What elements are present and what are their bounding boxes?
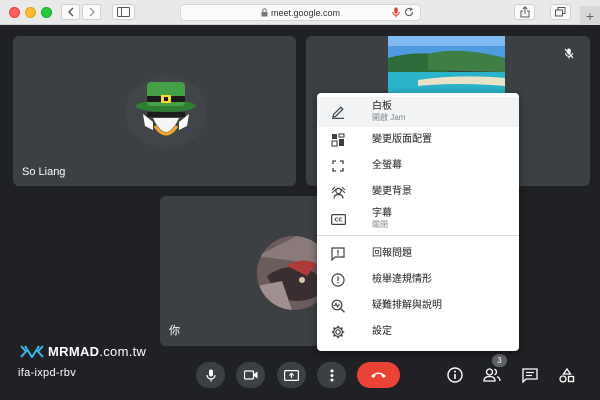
menu-item-report-abuse[interactable]: 檢舉違規情形 — [317, 267, 519, 293]
share-button[interactable] — [514, 4, 535, 20]
pencil-icon — [330, 104, 346, 120]
mic-off-icon — [564, 48, 574, 58]
menu-item-whiteboard[interactable]: 白板 開啟 Jam — [317, 97, 519, 127]
menu-item-captions[interactable]: CC 字幕 關閉 — [317, 205, 519, 233]
mic-icon — [205, 369, 216, 381]
chevron-right-icon — [89, 7, 95, 17]
menu-item-label: 變更背景 — [372, 186, 412, 197]
settings-gear-icon — [330, 324, 346, 340]
fullscreen-icon — [330, 158, 346, 174]
back-button[interactable] — [61, 4, 80, 20]
menu-item-label: 變更版面配置 — [372, 134, 432, 145]
menu-divider — [317, 235, 519, 236]
participant-tile[interactable]: So Liang — [13, 36, 296, 186]
troubleshoot-icon — [330, 298, 346, 314]
menu-item-change-layout[interactable]: 變更版面配置 — [317, 127, 519, 153]
chat-icon — [522, 367, 538, 383]
url-text: meet.google.com — [270, 7, 341, 18]
participant-count-badge: 3 — [492, 354, 507, 367]
menu-item-troubleshooting[interactable]: 疑難排解與說明 — [317, 293, 519, 319]
activities-button[interactable] — [556, 364, 578, 386]
watermark-brand: MRMAD — [48, 344, 100, 359]
sidebar-icon — [117, 7, 130, 17]
muted-indicator — [560, 44, 578, 62]
beach-video-feed — [388, 36, 505, 93]
leave-call-button[interactable] — [357, 362, 400, 388]
menu-item-sublabel: 開啟 Jam — [372, 113, 406, 122]
participant-name: 你 — [169, 325, 180, 337]
avatar — [125, 76, 207, 148]
reload-icon[interactable] — [404, 7, 414, 17]
menu-item-change-background[interactable]: 變更背景 — [317, 179, 519, 205]
svg-text:CC: CC — [334, 217, 342, 223]
present-screen-button[interactable] — [277, 362, 306, 388]
close-window-button[interactable] — [9, 7, 20, 18]
menu-item-fullscreen[interactable]: 全螢幕 — [317, 153, 519, 179]
chat-button[interactable] — [519, 364, 541, 386]
toggle-mic-button[interactable] — [196, 362, 225, 388]
menu-item-label: 設定 — [372, 326, 392, 337]
feedback-icon — [330, 246, 346, 262]
more-options-menu: 白板 開啟 Jam 變更版面配置 全螢幕 變更背景 CC 字幕 關閉 回報問題 … — [317, 93, 519, 351]
more-options-button[interactable] — [317, 362, 346, 388]
menu-item-label: 回報問題 — [372, 248, 412, 259]
menu-item-report-problem[interactable]: 回報問題 — [317, 241, 519, 267]
share-icon — [520, 6, 529, 18]
minimize-window-button[interactable] — [25, 7, 36, 18]
sidebar-toggle-button[interactable] — [112, 4, 135, 20]
address-bar[interactable]: meet.google.com — [180, 4, 421, 21]
tabs-icon — [555, 7, 566, 17]
new-tab-button[interactable]: + — [580, 6, 600, 25]
browser-toolbar: meet.google.com + — [0, 0, 600, 25]
meeting-code: ifa-ixpd-rbv — [18, 367, 77, 379]
participant-name: So Liang — [22, 166, 66, 178]
mrmad-logo-icon — [20, 345, 44, 358]
background-icon — [330, 184, 346, 200]
more-vertical-icon — [330, 369, 333, 381]
captions-icon: CC — [330, 211, 346, 227]
tab-overview-button[interactable] — [550, 4, 571, 20]
plus-icon: + — [585, 7, 595, 24]
meeting-details-button[interactable] — [444, 364, 466, 386]
watermark-suffix: .com.tw — [99, 344, 147, 359]
toggle-camera-button[interactable] — [236, 362, 265, 388]
zoom-window-button[interactable] — [41, 7, 52, 18]
menu-item-label: 白板 — [372, 101, 392, 112]
lock-icon — [261, 8, 268, 17]
forward-button[interactable] — [82, 4, 101, 20]
menu-item-label: 檢舉違規情形 — [372, 274, 432, 285]
chevron-left-icon — [67, 7, 73, 17]
menu-item-settings[interactable]: 設定 — [317, 319, 519, 345]
activities-shapes-icon — [559, 367, 575, 383]
menu-item-label: 字幕 — [372, 208, 392, 219]
watermark: MRMAD.com.tw — [20, 344, 146, 359]
report-icon — [330, 272, 346, 288]
present-screen-icon — [284, 369, 299, 381]
show-everyone-button[interactable] — [481, 364, 503, 386]
video-camera-icon — [243, 370, 257, 380]
menu-item-sublabel: 關閉 — [372, 220, 388, 229]
hang-up-phone-icon — [371, 372, 386, 378]
mic-in-use-icon — [392, 7, 400, 18]
leprechaun-avatar-icon — [136, 82, 196, 136]
menu-item-label: 疑難排解與說明 — [372, 300, 442, 311]
people-icon — [483, 368, 501, 382]
info-icon — [447, 367, 463, 383]
layout-icon — [330, 132, 346, 148]
menu-item-label: 全螢幕 — [372, 160, 402, 171]
